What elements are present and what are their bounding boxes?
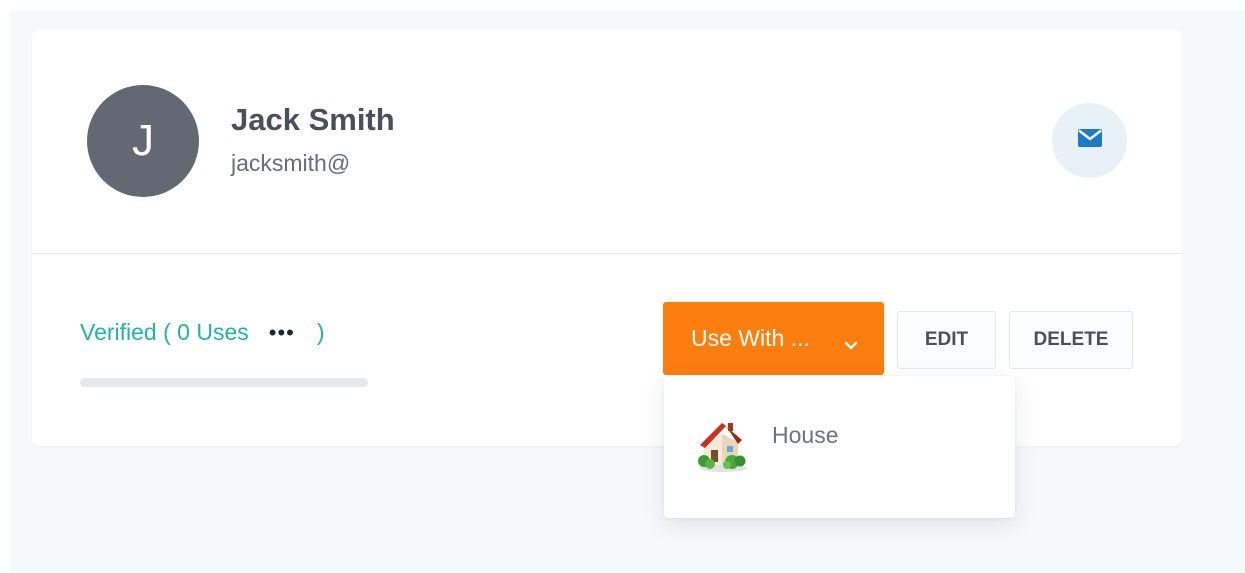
house-icon — [692, 414, 752, 474]
user-card-header: J Jack Smith jacksmith@ — [32, 30, 1182, 254]
verified-label: Verified ( 0 Uses — [80, 319, 249, 345]
dropdown-item-house[interactable]: House — [664, 404, 1015, 476]
ellipsis-icon[interactable]: ••• — [269, 320, 295, 346]
avatar: J — [87, 85, 199, 197]
avatar-initial: J — [132, 116, 154, 165]
edit-button[interactable]: EDIT — [897, 311, 996, 369]
dropdown-item-label: House — [772, 422, 839, 448]
use-with-label: Use With ... — [691, 325, 810, 351]
chevron-down-icon — [844, 330, 858, 357]
verified-status: Verified ( 0 Uses ••• ) — [80, 319, 325, 346]
user-name: Jack Smith — [231, 102, 395, 137]
use-with-dropdown-menu: House — [664, 376, 1015, 518]
delete-button[interactable]: DELETE — [1009, 311, 1133, 369]
use-with-button[interactable]: Use With ... — [663, 302, 884, 375]
user-email: jacksmith@ — [231, 150, 351, 176]
envelope-icon — [1077, 129, 1102, 152]
send-email-button[interactable] — [1052, 103, 1127, 178]
verified-close-paren: ) — [316, 319, 325, 345]
usage-progress-bar — [80, 378, 368, 387]
